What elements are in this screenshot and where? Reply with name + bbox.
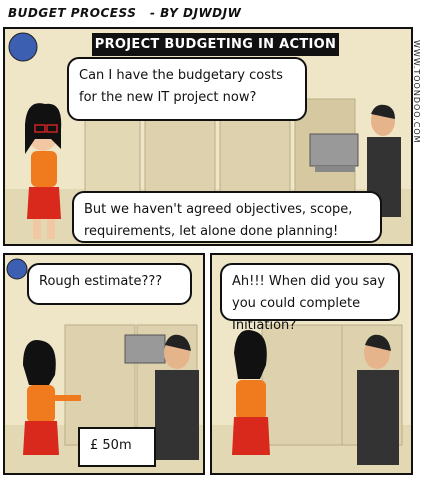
bubble-text: £ 50m — [90, 438, 132, 453]
bubble-text: Can I have the budgetary costs for the n… — [79, 68, 283, 105]
panel-2: Rough estimate??? £ 50m — [3, 253, 205, 475]
globe-icon — [8, 32, 38, 62]
speech-bubble-woman-p3: Ah!!! When did you say you could complet… — [220, 263, 400, 333]
bubble-text: Rough estimate??? — [39, 274, 163, 289]
author-credit: - BY DJWDJW — [150, 6, 242, 20]
speech-bubble-woman-p2: Rough estimate??? — [27, 263, 192, 305]
panel-3: Ah!!! When did you say you could complet… — [210, 253, 413, 475]
site-credit: WWW.TOONDOO.COM — [412, 40, 421, 144]
globe-icon — [6, 258, 28, 280]
speech-bubble-man-p2: £ 50m — [78, 427, 156, 467]
bubble-text: But we haven't agreed objectives, scope,… — [84, 202, 353, 239]
series-title: BUDGET PROCESS — [8, 6, 137, 20]
panel-1: Can I have the budgetary costs for the n… — [3, 27, 413, 246]
speech-bubble-woman-p1: Can I have the budgetary costs for the n… — [67, 57, 307, 121]
speech-bubble-man-p1: But we haven't agreed objectives, scope,… — [72, 191, 382, 243]
comic-title: PROJECT BUDGETING IN ACTION — [92, 33, 339, 56]
